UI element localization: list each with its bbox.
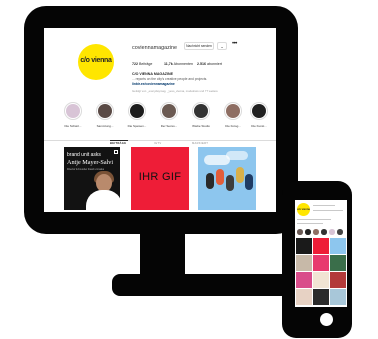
highlight-label: Die Fotog... (225, 124, 241, 128)
chevron-down-icon[interactable]: ⌄ (217, 42, 227, 50)
stat-following-label: abonniert (207, 62, 222, 66)
post-name-text: Antje Mayer-Salvi (67, 159, 114, 166)
highlight-thumb (226, 104, 240, 118)
tab-igtv[interactable]: IGTV (154, 142, 161, 145)
profile-username: coviennamagazine (132, 45, 177, 51)
stat-posts-label: Beiträge (139, 62, 153, 66)
phone-bio-line (297, 219, 331, 221)
phone-post-tile[interactable] (330, 255, 346, 271)
desktop-screen: c/o vienna coviennamagazine Nachricht se… (44, 28, 276, 212)
post-tile[interactable] (198, 147, 256, 210)
phone-post-tile[interactable] (313, 255, 329, 271)
post-tile[interactable]: IHR GIF (131, 147, 189, 210)
stat-posts-value: 722 (132, 62, 138, 66)
stat-following[interactable]: 2.516 abonniert (197, 62, 222, 66)
phone-highlight[interactable] (313, 229, 319, 235)
bio-text: ... reports on the city's creative peopl… (132, 77, 208, 81)
highlight-thumb (130, 104, 144, 118)
message-button[interactable]: Nachricht senden (184, 42, 214, 50)
more-options-icon[interactable]: ••• (232, 41, 237, 47)
carousel-icon (114, 150, 118, 154)
highlight-label: Die Speisen... (127, 124, 147, 128)
phone-post-tile[interactable] (330, 238, 346, 254)
profile-avatar-text: c/o vienna (80, 57, 112, 64)
person-figure (226, 175, 234, 191)
stat-following-value: 2.516 (197, 62, 206, 66)
phone-post-tile[interactable] (313, 289, 329, 305)
highlight-thumb (162, 104, 176, 118)
phone-post-tile[interactable] (330, 289, 346, 305)
phone-bio-line (297, 223, 323, 225)
phone-highlight[interactable] (337, 229, 343, 235)
tab-posts[interactable]: BEITRÄGE (110, 142, 126, 145)
person-figure (245, 174, 253, 190)
phone-screen: c/o vienna (295, 200, 347, 307)
phone-home-button[interactable] (320, 313, 333, 326)
monitor-neck (140, 233, 185, 276)
followed-by[interactable]: Gefolgt von _everydaymag, _yeso_vienna, … (132, 89, 218, 93)
highlight-label: Die Schatz... (64, 124, 82, 128)
post-gif-text: IHR GIF (138, 171, 182, 183)
phone-post-tile[interactable] (313, 272, 329, 288)
highlight-label: Die Kunst... (251, 124, 267, 128)
phone-post-tile[interactable] (330, 272, 346, 288)
phone-username-line (313, 205, 335, 207)
highlight-label: Wiebe Studio (192, 124, 210, 128)
cloud-shape (226, 151, 248, 160)
phone-post-tile[interactable] (296, 255, 312, 271)
post-sub-text: Director & Founder brand unit asks (67, 168, 105, 171)
highlight-thumb (66, 104, 80, 118)
highlight-label: Sammlung... (96, 124, 114, 128)
phone-highlight[interactable] (321, 229, 327, 235)
stat-followers[interactable]: 11,7k Abonnenten (164, 62, 193, 66)
phone-post-tile[interactable] (296, 238, 312, 254)
highlight-thumb (194, 104, 208, 118)
phone-avatar-text: c/o vienna (297, 208, 310, 211)
phone-highlight[interactable] (305, 229, 311, 235)
stat-followers-label: Abonnenten (173, 62, 193, 66)
highlight-thumb (98, 104, 112, 118)
bio-name: C/O VIENNA MAGAZINE (132, 72, 173, 76)
phone-stats-line (313, 210, 343, 212)
bio-link[interactable]: linktr.ee/coviennamagazine (132, 82, 175, 86)
post-brand-text: brand unit asks (67, 152, 101, 158)
phone-highlight[interactable] (297, 229, 303, 235)
person-shirt (86, 190, 120, 210)
monitor-base (112, 274, 292, 296)
phone-post-tile[interactable] (296, 272, 312, 288)
highlight-thumb (252, 104, 266, 118)
person-figure (206, 173, 214, 189)
person-figure (216, 169, 224, 185)
stat-followers-value: 11,7k (164, 62, 173, 66)
post-tile[interactable]: brand unit asks Antje Mayer-Salvi Direct… (64, 147, 120, 210)
phone-post-tile[interactable] (313, 238, 329, 254)
phone-highlight[interactable] (329, 229, 335, 235)
tab-divider (44, 140, 276, 141)
stat-posts[interactable]: 722 Beiträge (132, 62, 152, 66)
highlight-label: Der Sezes... (160, 124, 178, 128)
tab-tagged[interactable]: MARKIERT (192, 142, 208, 145)
person-figure (236, 167, 244, 183)
phone-post-tile[interactable] (296, 289, 312, 305)
tab-active-indicator (110, 140, 128, 141)
